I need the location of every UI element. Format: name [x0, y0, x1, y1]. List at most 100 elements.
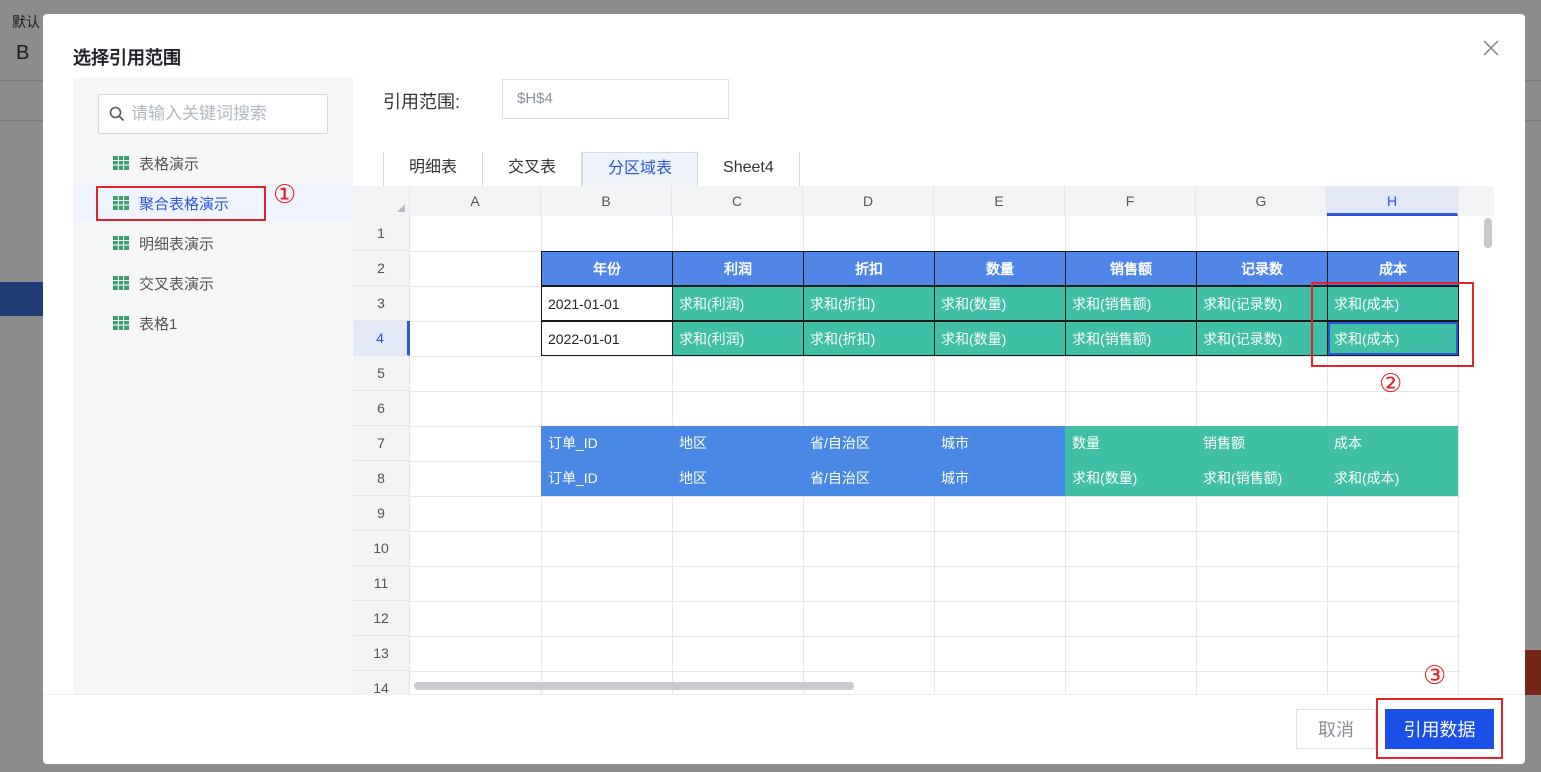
- row-header-1[interactable]: 1: [353, 216, 410, 251]
- table-icon: [113, 236, 129, 250]
- select-range-dialog: 选择引用范围 表格演示 聚合表格演示 明细表演示 交叉表演示 表格1: [43, 14, 1525, 764]
- cell-g4[interactable]: 求和(记录数): [1196, 321, 1328, 356]
- cell-h8[interactable]: 求和(成本): [1327, 461, 1458, 496]
- annotation-number-1: ①: [273, 180, 297, 210]
- grid-line: [410, 356, 1460, 357]
- row-header-13[interactable]: 13: [353, 636, 410, 671]
- grid-line: [410, 496, 1460, 497]
- cell-d4[interactable]: 求和(折扣): [803, 321, 935, 356]
- row-header-11[interactable]: 11: [353, 566, 410, 601]
- row-header-8[interactable]: 8: [353, 461, 410, 496]
- cell-d8[interactable]: 省/自治区: [803, 461, 934, 496]
- cell-b8[interactable]: 订单_ID: [541, 461, 672, 496]
- cell-h2[interactable]: 成本: [1327, 251, 1459, 286]
- tab-detail-table[interactable]: 明细表: [383, 152, 484, 186]
- reference-data-button[interactable]: 引用数据: [1385, 709, 1494, 749]
- column-header-d[interactable]: D: [803, 186, 934, 216]
- tree-item-cross-table-demo[interactable]: 交叉表演示: [73, 264, 353, 302]
- cell-d7[interactable]: 省/自治区: [803, 426, 934, 461]
- row-header-12[interactable]: 12: [353, 601, 410, 636]
- cell-g8[interactable]: 求和(销售额): [1196, 461, 1327, 496]
- cell-b7[interactable]: 订单_ID: [541, 426, 672, 461]
- column-header-e[interactable]: E: [934, 186, 1065, 216]
- spreadsheet-grid[interactable]: A B C D E F G H 1 2 3 4 5 6 7 8 9 10 11 …: [353, 186, 1494, 694]
- dialog-title: 选择引用范围: [73, 48, 181, 68]
- grid-line: [410, 566, 1460, 567]
- cell-f2[interactable]: 销售额: [1065, 251, 1197, 286]
- cell-b4[interactable]: 2022-01-01: [541, 321, 673, 356]
- cell-e4[interactable]: 求和(数量): [934, 321, 1066, 356]
- cell-d3[interactable]: 求和(折扣): [803, 286, 935, 321]
- column-header-b[interactable]: B: [541, 186, 672, 216]
- corner-triangle-icon: [397, 204, 405, 212]
- vertical-scrollbar[interactable]: [1484, 218, 1492, 248]
- tree-item-label: 明细表演示: [139, 235, 215, 253]
- grid-line: [410, 601, 1460, 602]
- cell-h7[interactable]: 成本: [1327, 426, 1458, 461]
- annotation-box-2: [1311, 282, 1474, 367]
- column-header-h[interactable]: H: [1327, 186, 1458, 216]
- column-header-c[interactable]: C: [672, 186, 803, 216]
- cell-e8[interactable]: 城市: [934, 461, 1065, 496]
- range-input[interactable]: $H$4: [502, 79, 729, 119]
- search-input[interactable]: [131, 104, 321, 124]
- tree-item-table-demo[interactable]: 表格演示: [73, 144, 353, 182]
- cell-g2[interactable]: 记录数: [1196, 251, 1328, 286]
- table-icon: [113, 276, 129, 290]
- grid-line: [410, 391, 1460, 392]
- close-icon[interactable]: [1479, 36, 1503, 60]
- column-header-a[interactable]: A: [410, 186, 541, 216]
- cell-c4[interactable]: 求和(利润): [672, 321, 804, 356]
- column-header-g[interactable]: G: [1196, 186, 1327, 216]
- annotation-box-1: [96, 186, 266, 221]
- cell-g7[interactable]: 销售额: [1196, 426, 1327, 461]
- select-all-corner[interactable]: [353, 186, 410, 216]
- cell-b2[interactable]: 年份: [541, 251, 673, 286]
- sheet-list-panel: 表格演示 聚合表格演示 明细表演示 交叉表演示 表格1: [73, 78, 353, 694]
- row-header-14[interactable]: 14: [353, 671, 410, 694]
- cell-f3[interactable]: 求和(销售额): [1065, 286, 1197, 321]
- tree-item-label: 表格演示: [139, 155, 200, 173]
- cell-f7[interactable]: 数量: [1065, 426, 1196, 461]
- cell-f4[interactable]: 求和(销售额): [1065, 321, 1197, 356]
- cell-d2[interactable]: 折扣: [803, 251, 935, 286]
- tree-item-label: 交叉表演示: [139, 275, 215, 293]
- cell-c7[interactable]: 地区: [672, 426, 803, 461]
- cell-c3[interactable]: 求和(利润): [672, 286, 804, 321]
- row-header-4[interactable]: 4: [353, 321, 410, 356]
- tab-region-table[interactable]: 分区域表: [582, 152, 699, 186]
- table-icon: [113, 316, 129, 330]
- cell-g3[interactable]: 求和(记录数): [1196, 286, 1328, 321]
- horizontal-scrollbar[interactable]: [414, 682, 854, 690]
- tab-cross-table[interactable]: 交叉表: [483, 152, 583, 186]
- cell-e7[interactable]: 城市: [934, 426, 1065, 461]
- cell-f8[interactable]: 求和(数量): [1065, 461, 1196, 496]
- search-icon: [109, 106, 125, 122]
- cell-c2[interactable]: 利润: [672, 251, 804, 286]
- row-header-10[interactable]: 10: [353, 531, 410, 566]
- tree-item-table1[interactable]: 表格1: [73, 304, 353, 342]
- row-header-7[interactable]: 7: [353, 426, 410, 461]
- tab-sheet4[interactable]: Sheet4: [698, 152, 800, 186]
- cell-c8[interactable]: 地区: [672, 461, 803, 496]
- cell-e3[interactable]: 求和(数量): [934, 286, 1066, 321]
- cancel-button[interactable]: 取消: [1296, 709, 1376, 749]
- row-header-5[interactable]: 5: [353, 356, 410, 391]
- tree-item-detail-table-demo[interactable]: 明细表演示: [73, 224, 353, 262]
- table-icon: [113, 156, 129, 170]
- tree-item-label: 表格1: [139, 315, 178, 333]
- search-box[interactable]: [98, 94, 328, 134]
- footer-divider: [43, 694, 1525, 695]
- cell-e2[interactable]: 数量: [934, 251, 1066, 286]
- row-header-2[interactable]: 2: [353, 251, 410, 286]
- sheet-tabs: 明细表 交叉表 分区域表 Sheet4: [383, 152, 800, 186]
- column-header-f[interactable]: F: [1065, 186, 1196, 216]
- row-header-9[interactable]: 9: [353, 496, 410, 531]
- grid-line: [410, 671, 1460, 672]
- row-header-3[interactable]: 3: [353, 286, 410, 321]
- annotation-number-3: ③: [1423, 661, 1447, 691]
- range-label: 引用范围:: [383, 92, 461, 112]
- annotation-number-2: ②: [1379, 369, 1403, 399]
- cell-b3[interactable]: 2021-01-01: [541, 286, 673, 321]
- row-header-6[interactable]: 6: [353, 391, 410, 426]
